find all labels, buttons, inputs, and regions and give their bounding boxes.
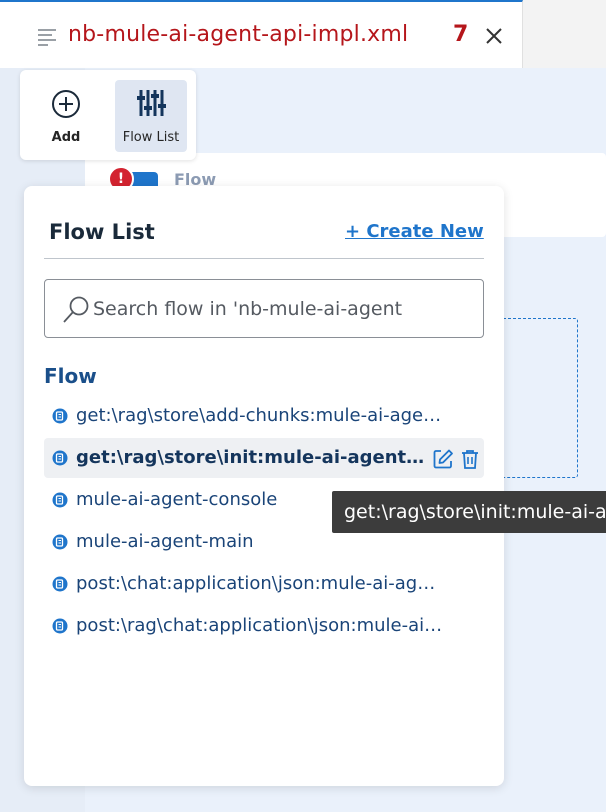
panel-title: Flow List — [49, 220, 155, 244]
search-box — [44, 279, 484, 338]
editor-tab[interactable]: nb-mule-ai-agent-api-impl.xml 7 — [0, 0, 523, 68]
flow-item-label: get:\rag\store\init:mule-ai-agent-api-co… — [76, 447, 431, 468]
file-lines-icon — [38, 28, 58, 50]
sliders-icon — [135, 88, 167, 122]
flow-item[interactable]: post:\rag\chat:application\json:mule-ai-… — [44, 606, 484, 646]
search-icon — [61, 295, 91, 329]
flow-list-panel: Flow List + Create New Flow get: — [24, 186, 504, 786]
flow-item-selected[interactable]: get:\rag\store\init:mule-ai-agent-api-co… — [44, 438, 484, 478]
flow-item[interactable]: post:\chat:application\json:mule-ai-agen… — [44, 564, 484, 604]
section-heading: Flow — [44, 364, 97, 388]
create-new-link[interactable]: + Create New — [345, 221, 484, 242]
canvas-toolbar: Add Flow List — [20, 70, 196, 160]
flow-item-label: get:\rag\store\add-chunks:mule-ai-agent-… — [76, 405, 446, 426]
close-icon[interactable] — [484, 26, 504, 50]
flow-list-button-label: Flow List — [122, 130, 180, 145]
flow-list-button[interactable]: Flow List — [115, 80, 187, 152]
editor-window: nb-mule-ai-agent-api-impl.xml 7 ! Flow A… — [0, 0, 606, 812]
flow-item[interactable]: get:\rag\store\add-chunks:mule-ai-agent-… — [44, 396, 484, 436]
flow-item-label: post:\rag\chat:application\json:mule-ai-… — [76, 615, 446, 636]
problem-count-badge: 7 — [453, 22, 469, 47]
flow-icon — [52, 450, 68, 470]
divider — [44, 258, 484, 259]
flow-item-label: post:\chat:application\json:mule-ai-agen… — [76, 573, 446, 594]
tab-bar: nb-mule-ai-agent-api-impl.xml 7 — [0, 0, 606, 68]
edit-icon[interactable] — [432, 448, 454, 474]
flow-icon — [52, 576, 68, 596]
add-button[interactable]: Add — [30, 80, 102, 152]
tab-title: nb-mule-ai-agent-api-impl.xml — [68, 22, 409, 47]
search-input[interactable] — [93, 292, 473, 326]
flow-icon — [52, 492, 68, 512]
flow-icon — [52, 408, 68, 428]
add-button-label: Add — [51, 130, 81, 145]
flow-tooltip: get:\rag\store\init:mule-ai-agent-api-co… — [332, 491, 606, 533]
plus-circle-icon — [50, 88, 82, 124]
trash-icon[interactable] — [459, 448, 481, 474]
flow-icon — [52, 618, 68, 638]
flow-icon — [52, 534, 68, 554]
flow-item-label: mule-ai-agent-main — [76, 531, 254, 552]
